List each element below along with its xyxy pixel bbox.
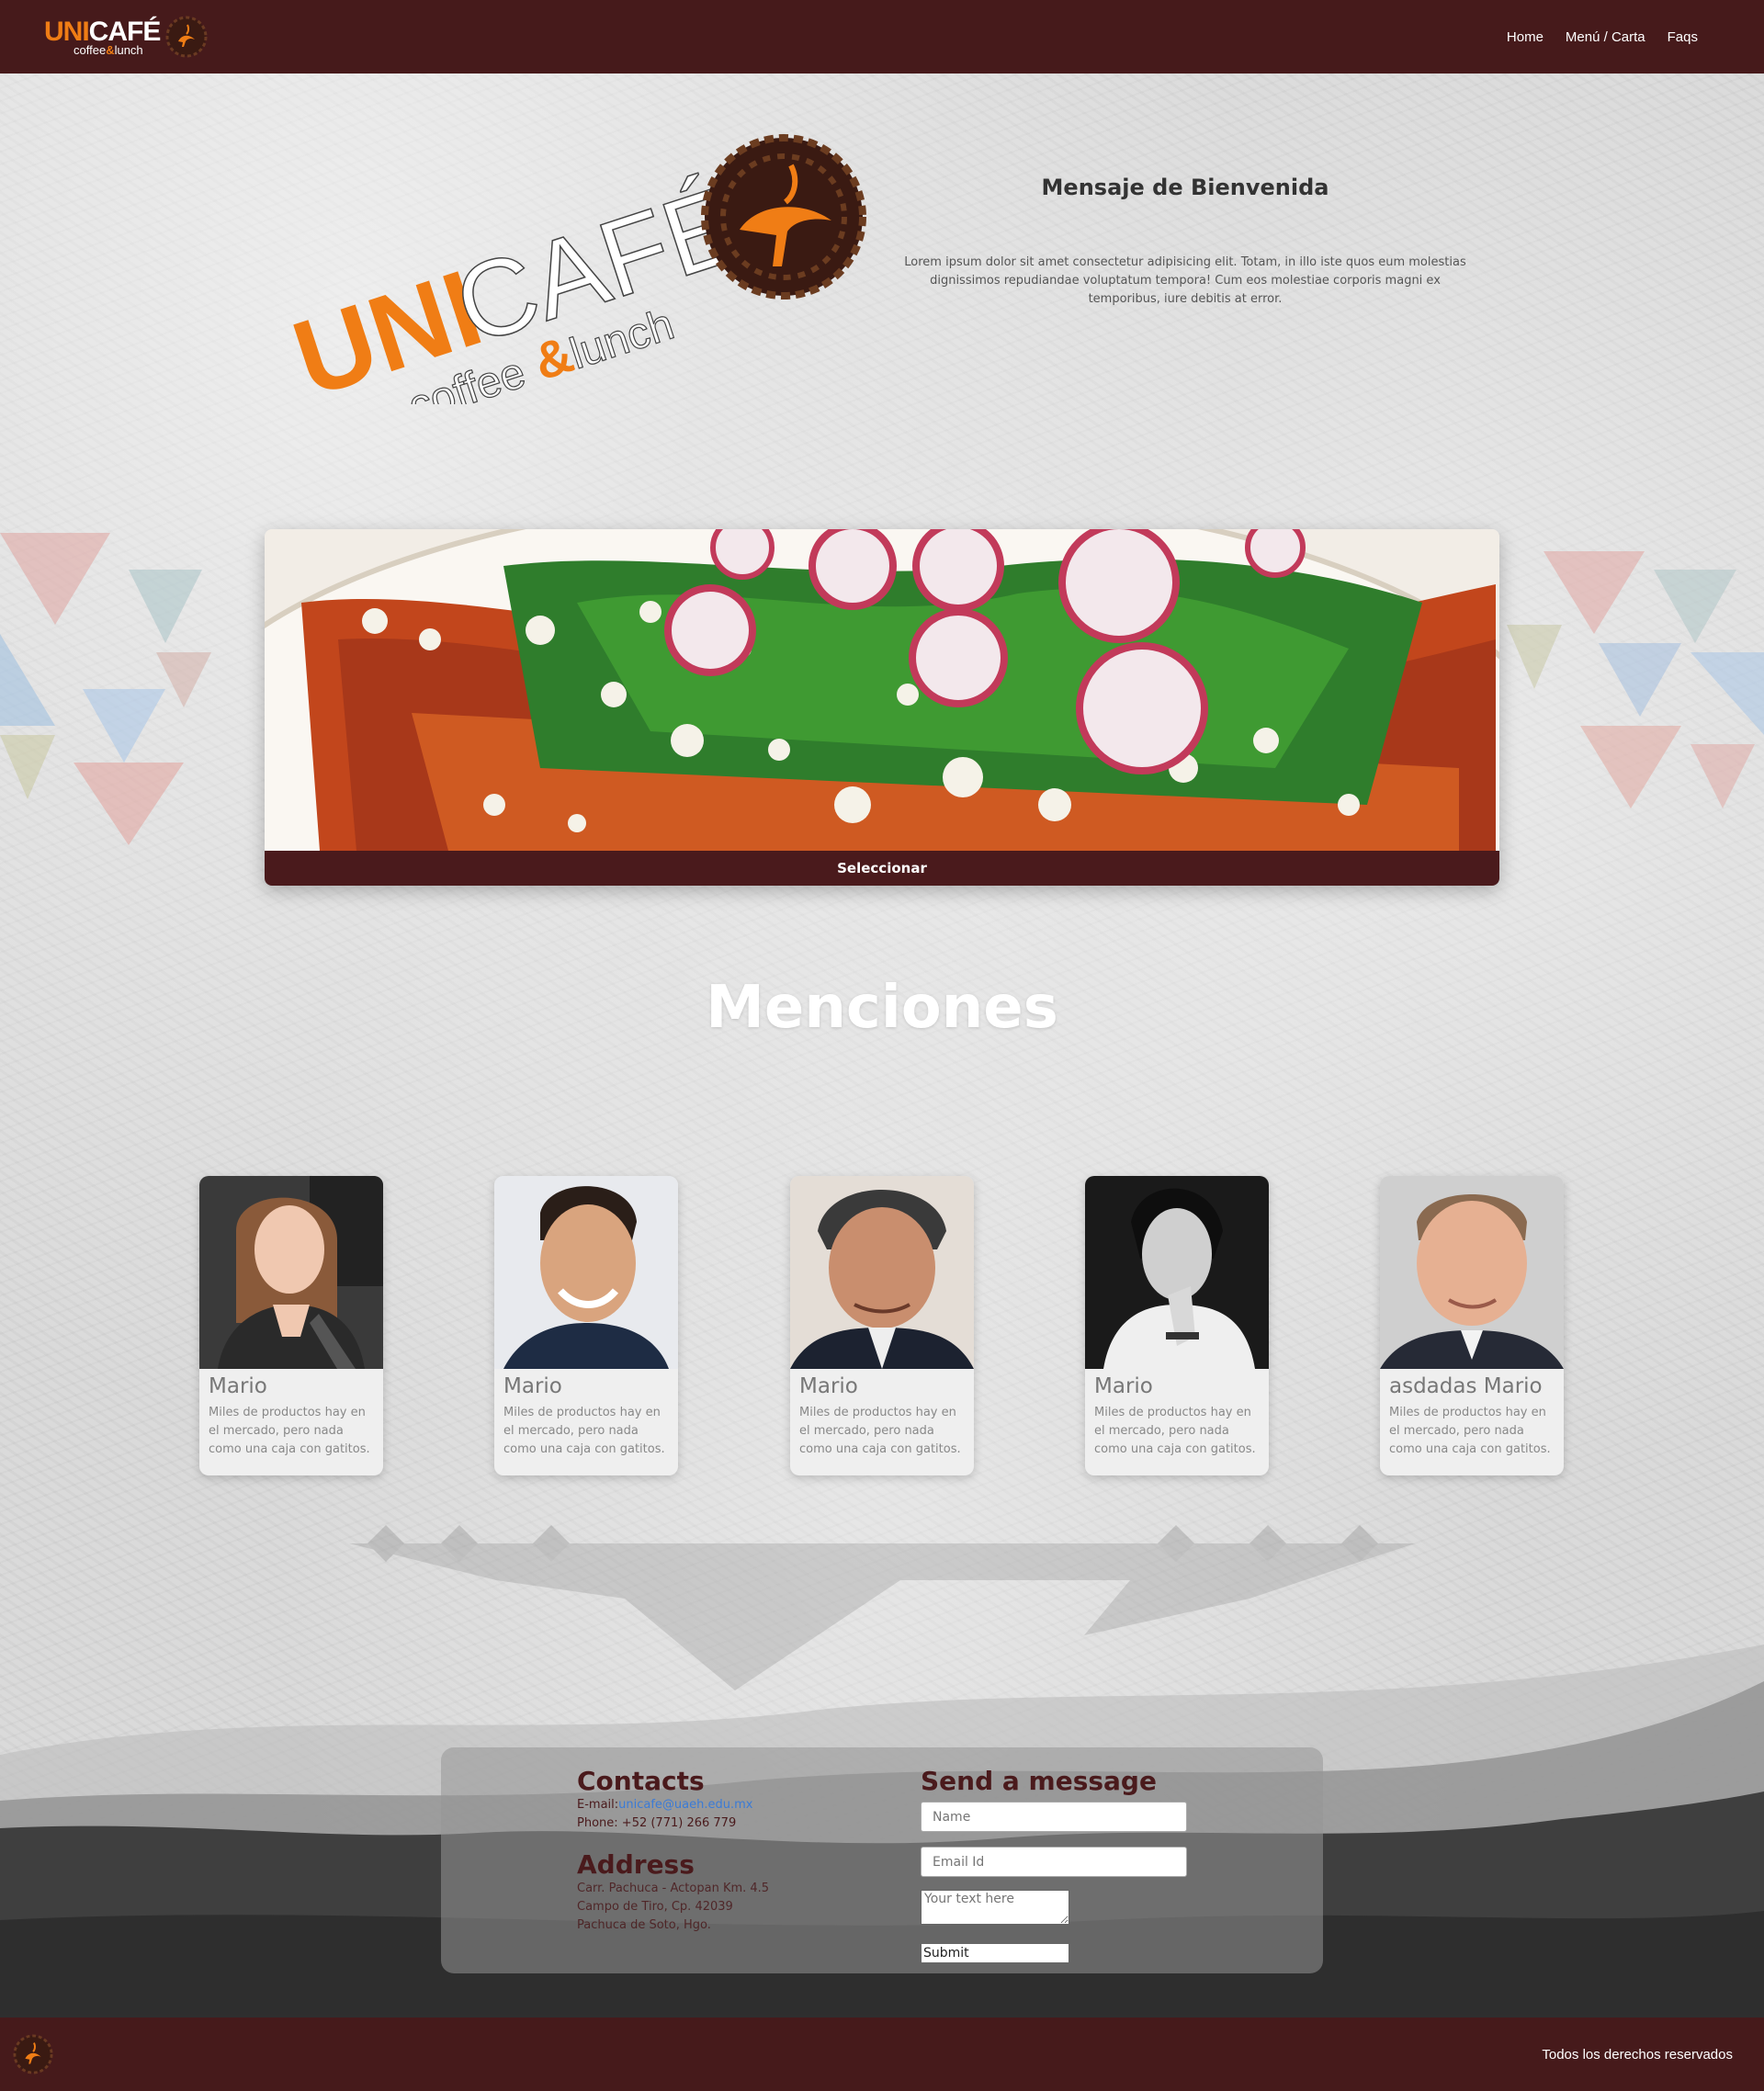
logo-subtext-coffee: coffee — [74, 42, 107, 57]
phone-label: Phone: — [577, 1816, 618, 1830]
mention-name-3: Mario — [799, 1374, 858, 1398]
mention-card-1[interactable]: Mario Miles de productos hay en el merca… — [199, 1176, 383, 1475]
decorative-triangles-right — [1507, 551, 1764, 808]
mention-desc-4: Miles de productos hay en el mercado, pe… — [1094, 1406, 1256, 1456]
select-button[interactable]: Seleccionar — [265, 851, 1499, 886]
coffee-bean-bird-icon — [165, 16, 208, 58]
site-footer: Todos los derechos reservados — [0, 2018, 1764, 2091]
mention-desc-3: Miles de productos hay en el mercado, pe… — [799, 1406, 961, 1456]
nav-home-link[interactable]: Home — [1507, 29, 1544, 45]
contact-panel: Contacts E-mail:unicafe@uaeh.edu.mx Phon… — [441, 1747, 1323, 1973]
welcome-title: Mensaje de Bienvenida — [1041, 175, 1329, 200]
phone-value: +52 (771) 266 779 — [621, 1816, 737, 1830]
name-input[interactable] — [921, 1802, 1187, 1832]
logo-subtext-lunch: lunch — [114, 42, 143, 57]
site-header: UNICAFÉ coffee&lunch Home Menú / Carta F… — [0, 0, 1764, 73]
mention-card-3[interactable]: Mario Miles de productos hay en el merca… — [790, 1176, 974, 1475]
footer-rights-text: Todos los derechos reservados — [1542, 2046, 1733, 2063]
address-line-3: Pachuca de Soto, Hgo. — [577, 1918, 711, 1932]
mention-name-5: asdadas Mario — [1389, 1374, 1543, 1398]
address-heading: Address — [577, 1849, 695, 1880]
welcome-text: Lorem ipsum dolor sit amet consectetur a… — [904, 255, 1466, 306]
message-heading: Send a message — [921, 1766, 1157, 1796]
mention-card-4[interactable]: Mario Miles de productos hay en el merca… — [1085, 1176, 1269, 1475]
person-photo-1 — [199, 1176, 383, 1369]
welcome-section: Mensaje de Bienvenida Lorem ipsum dolor … — [900, 175, 1470, 309]
mention-card-5[interactable]: asdadas Mario Miles de productos hay en … — [1380, 1176, 1564, 1475]
message-form: Send a message Submit — [921, 1766, 1196, 1963]
email-link[interactable]: unicafe@uaeh.edu.mx — [618, 1798, 752, 1812]
address-line-1: Carr. Pachuca - Actopan Km. 4.5 — [577, 1882, 770, 1895]
mention-desc-2: Miles de productos hay en el mercado, pe… — [503, 1406, 665, 1456]
enchiladas-photo — [265, 529, 1499, 851]
nav-menu-link[interactable]: Menú / Carta — [1566, 29, 1645, 45]
person-photo-5 — [1380, 1176, 1564, 1369]
hero-emblem-icon — [701, 134, 866, 300]
mention-card-2[interactable]: Mario Miles de productos hay en el merca… — [494, 1176, 678, 1475]
mention-name-1: Mario — [209, 1374, 267, 1398]
email-input[interactable] — [921, 1847, 1187, 1877]
email-line: E-mail:unicafe@uaeh.edu.mx — [577, 1796, 880, 1814]
person-photo-4 — [1085, 1176, 1269, 1369]
phone-line: Phone: +52 (771) 266 779 — [577, 1814, 880, 1833]
mentions-title: Menciones — [706, 974, 1058, 1042]
footer-emblem-icon[interactable] — [13, 2034, 53, 2074]
mention-name-4: Mario — [1094, 1374, 1153, 1398]
message-textarea[interactable] — [921, 1890, 1069, 1925]
main-nav: Home Menú / Carta Faqs — [1507, 29, 1698, 45]
mention-name-2: Mario — [503, 1374, 562, 1398]
person-photo-2 — [494, 1176, 678, 1369]
mention-desc-5: Miles de productos hay en el mercado, pe… — [1389, 1406, 1551, 1456]
address-line-2: Campo de Tiro, Cp. 42039 — [577, 1900, 733, 1914]
email-label: E-mail: — [577, 1798, 619, 1812]
contacts-heading: Contacts — [577, 1766, 705, 1796]
submit-button[interactable]: Submit — [921, 1943, 1069, 1963]
hero-logo: UNI CAFÉ coffee & lunch — [280, 134, 866, 404]
header-logo[interactable]: UNICAFÉ coffee&lunch — [44, 16, 208, 58]
contacts-column: Contacts E-mail:unicafe@uaeh.edu.mx Phon… — [577, 1766, 880, 1935]
person-photo-3 — [790, 1176, 974, 1369]
logo-subtext-amp: & — [106, 42, 115, 57]
mention-desc-1: Miles de productos hay en el mercado, pe… — [209, 1406, 370, 1456]
featured-dish-card: Seleccionar — [265, 529, 1499, 886]
decorative-triangles-left — [0, 533, 211, 845]
nav-faqs-link[interactable]: Faqs — [1668, 29, 1698, 45]
